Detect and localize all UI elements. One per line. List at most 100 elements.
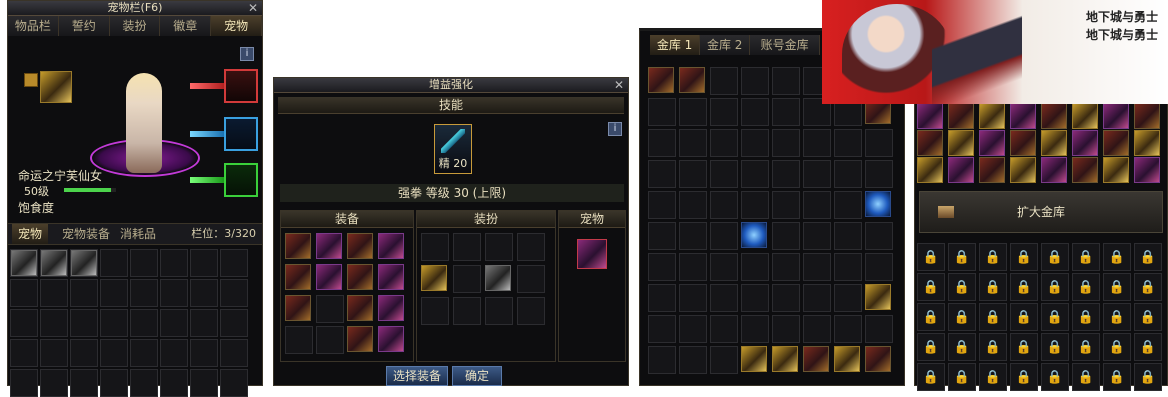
account-bank-item[interactable] xyxy=(948,130,974,156)
bank-item[interactable] xyxy=(772,346,798,372)
bank-slot[interactable] xyxy=(865,129,893,157)
skill-slot[interactable]: 精 20 xyxy=(434,124,472,174)
bank-slot[interactable] xyxy=(741,284,769,312)
bank-slot[interactable] xyxy=(803,284,831,312)
empty-slot[interactable] xyxy=(517,233,545,261)
tab-bank-2[interactable]: 金库 2 xyxy=(700,35,751,55)
inventory-slot[interactable] xyxy=(70,309,98,337)
bank-item[interactable] xyxy=(679,67,705,93)
bank-slot[interactable] xyxy=(772,191,800,219)
inventory-slot[interactable] xyxy=(70,369,98,397)
account-bank-item[interactable] xyxy=(979,130,1005,156)
equip-item[interactable] xyxy=(378,295,404,321)
account-bank-item[interactable] xyxy=(979,157,1005,183)
subtab-consumable[interactable]: 消耗品 xyxy=(120,224,156,244)
bank-slot[interactable] xyxy=(865,160,893,188)
inventory-slot[interactable] xyxy=(40,339,68,367)
empty-slot[interactable] xyxy=(453,233,481,261)
inventory-slot[interactable] xyxy=(100,279,128,307)
inventory-slot[interactable] xyxy=(10,369,38,397)
pet-item[interactable] xyxy=(41,250,67,276)
account-bank-item[interactable] xyxy=(1134,103,1160,129)
account-bank-item[interactable] xyxy=(1072,157,1098,183)
equip-item[interactable] xyxy=(347,326,373,352)
equip-item[interactable] xyxy=(378,264,404,290)
equip-item[interactable] xyxy=(378,233,404,259)
bank-slot[interactable] xyxy=(679,191,707,219)
account-bank-item[interactable] xyxy=(1041,157,1067,183)
pet-skill-slot-blue[interactable] xyxy=(224,117,258,151)
inventory-slot[interactable] xyxy=(40,249,68,277)
select-equip-button[interactable]: 选择装备 xyxy=(386,366,448,386)
account-bank-item[interactable] xyxy=(948,103,974,129)
account-bank-item[interactable] xyxy=(917,103,943,129)
tab-account-bank[interactable]: 账号金库 xyxy=(750,35,821,55)
account-bank-item[interactable] xyxy=(1010,157,1036,183)
inventory-slot[interactable] xyxy=(40,309,68,337)
avatar-item[interactable] xyxy=(485,265,511,291)
inventory-slot[interactable] xyxy=(70,279,98,307)
tab-inventory[interactable]: 物品栏 xyxy=(8,16,59,36)
bank-slot[interactable] xyxy=(741,191,769,219)
bank-slot[interactable] xyxy=(834,191,862,219)
bank-slot[interactable] xyxy=(679,160,707,188)
bank-slot[interactable] xyxy=(865,222,893,250)
bank-slot[interactable] xyxy=(710,315,738,343)
bank-slot[interactable] xyxy=(710,284,738,312)
equip-item[interactable] xyxy=(347,233,373,259)
bank-slot[interactable] xyxy=(648,253,676,281)
inventory-slot[interactable] xyxy=(190,369,218,397)
account-bank-item[interactable] xyxy=(1103,157,1129,183)
inventory-slot[interactable] xyxy=(220,249,248,277)
equip-item[interactable] xyxy=(285,264,311,290)
bank-slot[interactable] xyxy=(648,315,676,343)
empty-slot[interactable] xyxy=(453,265,481,293)
inventory-slot[interactable] xyxy=(160,249,188,277)
inventory-slot[interactable] xyxy=(130,369,158,397)
bank-slot[interactable] xyxy=(648,222,676,250)
bank-slot[interactable] xyxy=(648,160,676,188)
tab-bank-1[interactable]: 金库 1 xyxy=(650,35,701,55)
bank-slot[interactable] xyxy=(710,253,738,281)
confirm-button[interactable]: 确定 xyxy=(452,366,502,386)
bank-slot[interactable] xyxy=(741,160,769,188)
bank-slot[interactable] xyxy=(803,253,831,281)
inventory-slot[interactable] xyxy=(130,279,158,307)
account-bank-item[interactable] xyxy=(1072,130,1098,156)
expand-bank-button[interactable]: 扩大金库 xyxy=(919,191,1163,233)
pet-item[interactable] xyxy=(11,250,37,276)
bank-slot[interactable] xyxy=(865,253,893,281)
inventory-slot[interactable] xyxy=(130,339,158,367)
bank-slot[interactable] xyxy=(803,160,831,188)
bank-slot[interactable] xyxy=(834,284,862,312)
tab-pet[interactable]: 宠物 xyxy=(211,16,262,36)
inventory-slot[interactable] xyxy=(190,279,218,307)
inventory-slot[interactable] xyxy=(70,249,98,277)
bank-slot[interactable] xyxy=(772,315,800,343)
pet-skill-slot-green[interactable] xyxy=(224,163,258,197)
bank-slot[interactable] xyxy=(648,191,676,219)
pet-egg-slot[interactable] xyxy=(40,71,72,103)
account-bank-item[interactable] xyxy=(1134,130,1160,156)
bank-slot[interactable] xyxy=(710,129,738,157)
account-bank-item[interactable] xyxy=(1103,103,1129,129)
account-bank-item[interactable] xyxy=(1041,103,1067,129)
bank-slot[interactable] xyxy=(834,160,862,188)
bank-slot[interactable] xyxy=(741,129,769,157)
bank-item[interactable] xyxy=(741,222,767,248)
bank-slot[interactable] xyxy=(865,315,893,343)
bank-slot[interactable] xyxy=(679,253,707,281)
equip-item[interactable] xyxy=(347,295,373,321)
account-bank-item[interactable] xyxy=(1072,103,1098,129)
inventory-slot[interactable] xyxy=(220,369,248,397)
inventory-slot[interactable] xyxy=(100,339,128,367)
equip-item[interactable] xyxy=(285,295,311,321)
empty-slot[interactable] xyxy=(453,297,481,325)
inventory-slot[interactable] xyxy=(220,339,248,367)
account-bank-item[interactable] xyxy=(948,157,974,183)
bank-item[interactable] xyxy=(865,284,891,310)
equip-item[interactable] xyxy=(378,326,404,352)
inventory-slot[interactable] xyxy=(160,339,188,367)
inventory-slot[interactable] xyxy=(220,279,248,307)
empty-slot[interactable] xyxy=(421,233,449,261)
